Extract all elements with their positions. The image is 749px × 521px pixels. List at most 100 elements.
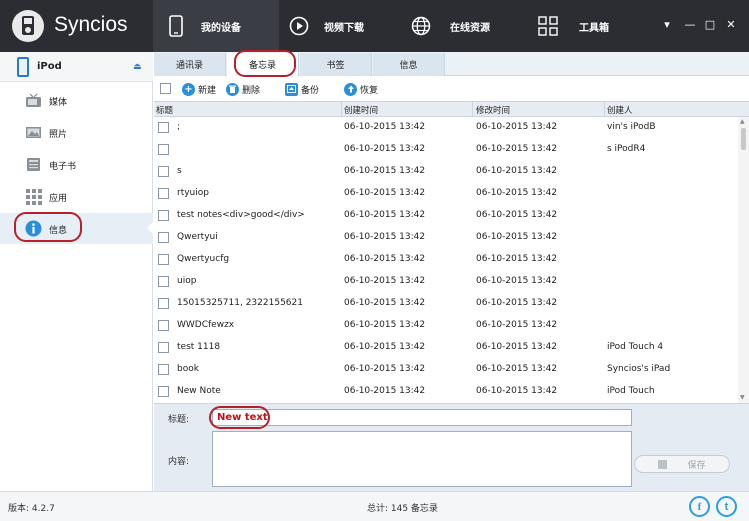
- select-all-checkbox[interactable]: [160, 83, 171, 94]
- table-row[interactable]: WWDCfewzx 06-10-2015 13:42 06-10-2015 13…: [154, 315, 738, 337]
- syncios-logo-icon: [12, 10, 44, 42]
- cell-title: book: [177, 364, 199, 374]
- cell-title: WWDCfewzx: [177, 320, 235, 330]
- cell-title: test notes<div>good</div>: [177, 210, 305, 220]
- row-checkbox[interactable]: [158, 254, 169, 265]
- cell-title: uiop: [177, 276, 197, 286]
- cell-modified: 06-10-2015 13:42: [476, 144, 558, 154]
- row-checkbox[interactable]: [158, 320, 169, 331]
- sidebar-item-media[interactable]: 媒体: [0, 85, 153, 116]
- table-row[interactable]: test 1118 06-10-2015 13:42 06-10-2015 13…: [154, 337, 738, 359]
- column-header-created[interactable]: 创建时间: [344, 104, 378, 116]
- backup-button[interactable]: 备份: [285, 82, 319, 96]
- sidebar-item-apps[interactable]: 应用: [0, 181, 153, 212]
- scroll-down-icon[interactable]: ▼: [740, 394, 745, 401]
- restore-label: 恢复: [360, 85, 379, 96]
- row-checkbox[interactable]: [158, 298, 169, 309]
- device-name: iPod: [37, 61, 62, 72]
- cell-created: 06-10-2015 13:42: [344, 188, 426, 198]
- twitter-icon[interactable]: t: [716, 496, 737, 517]
- row-checkbox[interactable]: [158, 210, 169, 221]
- cell-creator: iPod Touch: [607, 386, 655, 396]
- cell-title: Qwertyucfg: [177, 254, 230, 264]
- delete-label: 删除: [242, 85, 261, 96]
- table-row[interactable]: test notes<div>good</div> 06-10-2015 13:…: [154, 205, 738, 227]
- scroll-thumb[interactable]: [741, 128, 746, 150]
- cell-creator: iPod Touch 4: [607, 342, 664, 352]
- table-row[interactable]: s 06-10-2015 13:42 06-10-2015 13:42: [154, 161, 738, 183]
- table-row[interactable]: rtyuiop 06-10-2015 13:42 06-10-2015 13:4…: [154, 183, 738, 205]
- tab-notes[interactable]: 备忘录: [227, 53, 299, 76]
- restore-button[interactable]: 恢复: [344, 82, 378, 96]
- row-checkbox[interactable]: [158, 386, 169, 397]
- table-row[interactable]: 15015325711, 2322155621 06-10-2015 13:42…: [154, 293, 738, 315]
- note-editor: 标题: 内容: 保存: [154, 403, 749, 491]
- scroll-up-icon[interactable]: ▲: [740, 118, 745, 125]
- content-label: 内容:: [168, 457, 190, 467]
- cell-created: 06-10-2015 13:42: [344, 386, 426, 396]
- eject-icon[interactable]: ⏏: [133, 62, 142, 72]
- tab-contacts[interactable]: 通讯录: [154, 53, 226, 76]
- menu-dropdown-icon[interactable]: ▾: [660, 18, 674, 31]
- table-row[interactable]: uiop 06-10-2015 13:42 06-10-2015 13:42: [154, 271, 738, 293]
- sidebar-item-label: 照片: [49, 130, 68, 140]
- minimize-icon[interactable]: —: [683, 18, 697, 31]
- device-row[interactable]: iPod ⏏: [0, 52, 153, 82]
- app-name: Syncios: [54, 13, 128, 36]
- row-checkbox[interactable]: [158, 166, 169, 177]
- cell-title: rtyuiop: [177, 188, 209, 198]
- nav-my-device[interactable]: 我的设备: [153, 0, 279, 52]
- nav-video-download[interactable]: 视频下载: [288, 0, 408, 52]
- nav-toolbox[interactable]: 工具箱: [537, 0, 657, 52]
- tab-bar: 通讯录 备忘录 书签 信息: [154, 50, 749, 77]
- globe-icon: [410, 15, 432, 37]
- table-row[interactable]: Qwertyucfg 06-10-2015 13:42 06-10-2015 1…: [154, 249, 738, 271]
- table-row[interactable]: 06-10-2015 13:42 06-10-2015 13:42 s iPod…: [154, 139, 738, 161]
- ipod-icon: [17, 57, 29, 77]
- cell-title: New Note: [177, 386, 221, 396]
- facebook-icon[interactable]: f: [689, 496, 710, 517]
- info-icon: [25, 220, 42, 237]
- content-textarea[interactable]: [212, 431, 632, 487]
- title-label: 标题:: [168, 415, 190, 425]
- sidebar-item-label: 媒体: [49, 98, 68, 108]
- close-icon[interactable]: ✕: [724, 18, 738, 31]
- cell-modified: 06-10-2015 13:42: [476, 342, 558, 352]
- sidebar-item-photos[interactable]: 照片: [0, 117, 153, 148]
- column-header-title[interactable]: 标题: [156, 104, 173, 116]
- tab-bookmarks[interactable]: 书签: [300, 53, 372, 76]
- delete-button[interactable]: 删除: [226, 82, 260, 96]
- title-input[interactable]: [212, 409, 632, 426]
- table-row[interactable]: New Note 06-10-2015 13:42 06-10-2015 13:…: [154, 381, 738, 403]
- column-header-creator[interactable]: 创建人: [607, 104, 633, 116]
- row-checkbox[interactable]: [158, 144, 169, 155]
- row-checkbox[interactable]: [158, 122, 169, 133]
- row-checkbox[interactable]: [158, 188, 169, 199]
- toolbox-icon: [537, 15, 559, 37]
- row-checkbox[interactable]: [158, 232, 169, 243]
- cell-modified: 06-10-2015 13:42: [476, 386, 558, 396]
- tab-messages[interactable]: 信息: [373, 53, 445, 76]
- backup-icon: [285, 82, 298, 96]
- new-label: 新建: [198, 85, 217, 96]
- sidebar-item-info[interactable]: 信息: [0, 213, 154, 244]
- sidebar-item-ebooks[interactable]: 电子书: [0, 149, 153, 180]
- table-row[interactable]: book 06-10-2015 13:42 06-10-2015 13:42 S…: [154, 359, 738, 381]
- maximize-icon[interactable]: □: [703, 18, 717, 31]
- row-checkbox[interactable]: [158, 276, 169, 287]
- table-row[interactable]: ; 06-10-2015 13:42 06-10-2015 13:42 vin'…: [154, 117, 738, 139]
- save-icon: [658, 459, 668, 469]
- cell-created: 06-10-2015 13:42: [344, 298, 426, 308]
- row-checkbox[interactable]: [158, 364, 169, 375]
- row-checkbox[interactable]: [158, 342, 169, 353]
- save-button[interactable]: 保存: [634, 455, 730, 473]
- cell-modified: 06-10-2015 13:42: [476, 232, 558, 242]
- nav-online-resources[interactable]: 在线资源: [410, 0, 530, 52]
- nav-label: 我的设备: [201, 22, 241, 34]
- column-header-modified[interactable]: 修改时间: [476, 104, 510, 116]
- vertical-scrollbar[interactable]: ▲ ▼: [738, 117, 749, 403]
- sidebar-item-label: 应用: [49, 194, 68, 204]
- table-row[interactable]: Qwertyui 06-10-2015 13:42 06-10-2015 13:…: [154, 227, 738, 249]
- new-button[interactable]: + 新建: [182, 82, 216, 96]
- nav-label: 视频下载: [324, 22, 364, 34]
